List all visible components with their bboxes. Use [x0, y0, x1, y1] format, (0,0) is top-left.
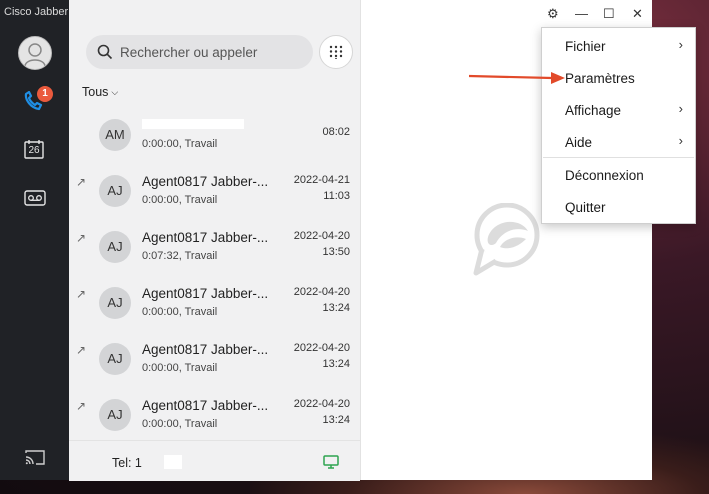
menu-item-quitter[interactable]: Quitter — [542, 194, 695, 222]
status-footer: Tel: 1 — [69, 440, 360, 481]
menu-divider — [543, 157, 694, 158]
redacted-area — [142, 119, 244, 129]
settings-gear-icon[interactable]: ⚙ — [547, 6, 559, 22]
contact-avatar: AM — [99, 119, 131, 151]
history-panel: Rechercher ou appeler Tous ⌵ AM 0:00:00, T… — [69, 0, 361, 481]
phone-number: Tel: 1 — [112, 456, 142, 470]
outgoing-call-icon: ↗ — [76, 231, 87, 245]
call-detail: 0:00:00, Travail — [142, 194, 218, 206]
call-detail: 0:00:00, Travail — [142, 362, 218, 374]
close-button[interactable]: ✕ — [632, 6, 643, 22]
jabber-logo-icon — [473, 203, 540, 276]
left-rail: Cisco Jabber 1 26 — [0, 0, 69, 480]
chevron-right-icon: › — [678, 101, 683, 116]
menu-item-label: Déconnexion — [565, 168, 644, 183]
call-detail: 0:00:00, Travail — [142, 306, 218, 318]
call-date: 2022-04-21 — [293, 174, 350, 186]
menu-item-aide[interactable]: Aide › — [542, 129, 695, 157]
person-icon — [24, 43, 46, 67]
calendar-day: 26 — [28, 145, 40, 156]
computer-device-icon[interactable] — [323, 455, 339, 469]
call-date: 2022-04-20 — [293, 398, 350, 410]
contact-name: Agent0817 Jabber-... — [142, 286, 269, 301]
screen-share-icon[interactable] — [25, 449, 45, 465]
history-list-item[interactable]: AM 0:00:00, Travail 08:02 — [69, 117, 360, 173]
call-time: 08:02 — [322, 126, 350, 138]
redacted-area — [164, 455, 182, 469]
annotation-arrow-icon — [468, 72, 565, 84]
contact-name: Agent0817 Jabber-... — [142, 398, 269, 413]
menu-item-label: Fichier — [565, 39, 606, 54]
call-detail: 0:00:00, Travail — [142, 418, 218, 430]
call-date: 2022-04-20 — [293, 342, 350, 354]
search-input[interactable]: Rechercher ou appeler — [86, 35, 313, 69]
menu-item-label: Paramètres — [565, 71, 635, 86]
call-time: 13:24 — [322, 302, 350, 314]
menu-item-label: Quitter — [565, 200, 606, 215]
missed-calls-badge: 1 — [37, 86, 53, 102]
chevron-right-icon: › — [678, 133, 683, 148]
chevron-right-icon: › — [678, 37, 683, 52]
app-title: Cisco Jabber — [4, 6, 69, 18]
contact-name: Agent0817 Jabber-... — [142, 174, 269, 189]
outgoing-call-icon: ↗ — [76, 287, 87, 301]
history-list-item[interactable]: ↗ AJ Agent0817 Jabber-... 0:00:00, Travail 2… — [69, 285, 360, 341]
call-time: 13:24 — [322, 358, 350, 370]
settings-menu: Fichier › Paramètres Affichage › Aide › … — [541, 27, 696, 224]
history-list-item[interactable]: ↗ AJ Agent0817 Jabber-... 0:00:00, Travail 2… — [69, 341, 360, 397]
contact-avatar: AJ — [99, 175, 131, 207]
menu-item-deconnexion[interactable]: Déconnexion — [542, 162, 695, 190]
maximize-button[interactable]: ☐ — [603, 6, 615, 22]
call-date: 2022-04-20 — [293, 286, 350, 298]
call-time: 13:50 — [322, 246, 350, 258]
minimize-button[interactable]: — — [575, 6, 588, 21]
outgoing-call-icon: ↗ — [76, 399, 87, 413]
menu-item-affichage[interactable]: Affichage › — [542, 97, 695, 125]
dialpad-button[interactable] — [319, 35, 353, 69]
call-detail: 0:00:00, Travail — [142, 138, 218, 150]
call-detail: 0:07:32, Travail — [142, 250, 218, 262]
menu-item-fichier[interactable]: Fichier › — [542, 33, 695, 61]
contact-avatar: AJ — [99, 231, 131, 263]
history-list-item[interactable]: ↗ AJ Agent0817 Jabber-... 0:07:32, Travail 2… — [69, 229, 360, 285]
chevron-down-icon: ⌵ — [111, 87, 119, 97]
search-icon — [97, 44, 113, 60]
user-avatar[interactable] — [18, 36, 52, 70]
search-placeholder: Rechercher ou appeler — [120, 45, 258, 60]
call-date: 2022-04-20 — [293, 230, 350, 242]
filter-label: Tous — [82, 85, 109, 99]
contact-avatar: AJ — [99, 399, 131, 431]
outgoing-call-icon: ↗ — [76, 175, 87, 189]
filter-dropdown[interactable]: Tous ⌵ — [82, 85, 118, 99]
call-time: 11:03 — [323, 190, 350, 202]
menu-item-label: Affichage — [565, 103, 622, 118]
menu-item-label: Aide — [565, 135, 593, 150]
history-list-item[interactable]: ↗ AJ Agent0817 Jabber-... 0:00:00, Travail 2… — [69, 173, 360, 229]
contact-name: Agent0817 Jabber-... — [142, 342, 269, 357]
call-time: 13:24 — [322, 414, 350, 426]
contact-avatar: AJ — [99, 287, 131, 319]
contact-name: Agent0817 Jabber-... — [142, 230, 269, 245]
outgoing-call-icon: ↗ — [76, 343, 87, 357]
dialpad-icon — [329, 45, 343, 59]
contact-avatar: AJ — [99, 343, 131, 375]
voicemail-icon[interactable] — [24, 189, 46, 207]
